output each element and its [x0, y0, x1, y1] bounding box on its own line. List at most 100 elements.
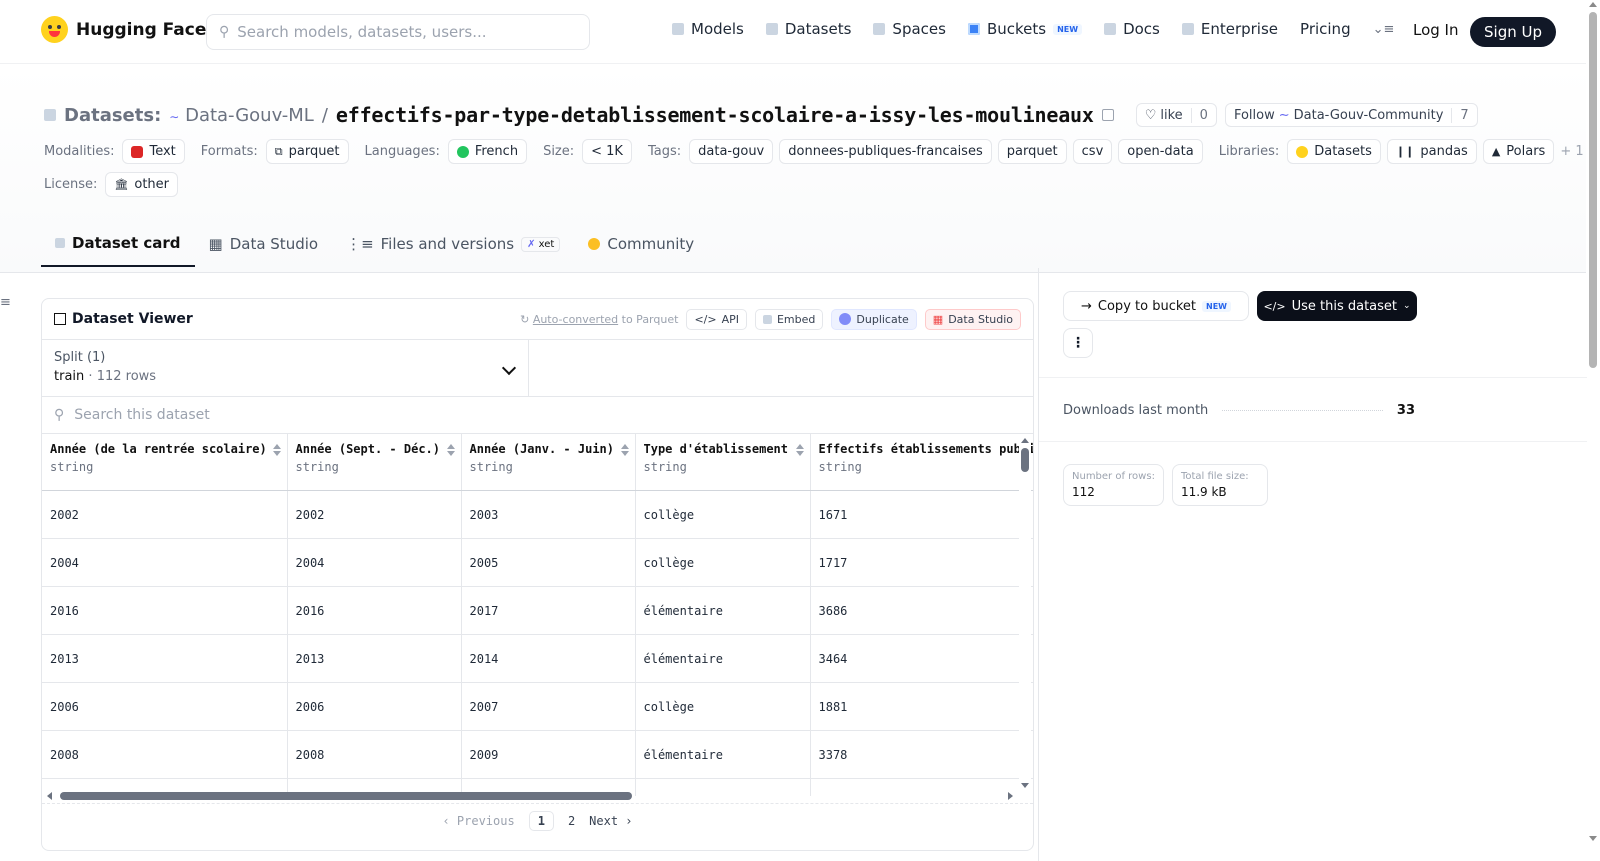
format-tag[interactable]: ⧉ parquet — [265, 139, 349, 164]
table-cell[interactable]: 2002 — [42, 490, 288, 539]
column-header[interactable]: Année (Sept. - Déc.) string — [287, 434, 462, 491]
table-cell[interactable]: 2006 — [42, 682, 288, 731]
table-cell[interactable]: 2009 — [461, 730, 636, 779]
scrollbar-thumb[interactable] — [1589, 12, 1597, 368]
copy-to-bucket-button[interactable]: → Copy to bucket NEW — [1063, 291, 1249, 321]
modality-tag[interactable]: Text — [122, 139, 185, 164]
scroll-left-icon[interactable] — [47, 792, 52, 800]
table-cell[interactable]: 1881 — [810, 682, 1033, 731]
brand-link[interactable]: Hugging Face — [41, 16, 206, 43]
license-tag[interactable]: 🏛 other — [105, 172, 178, 197]
embed-button[interactable]: Embed — [754, 308, 824, 330]
table-cell[interactable]: 2004 — [287, 538, 462, 587]
auto-converted-link[interactable]: Auto-converted — [533, 313, 618, 326]
table-cell[interactable]: 2013 — [287, 634, 462, 683]
nav-spaces[interactable]: Spaces — [873, 20, 946, 38]
copy-icon[interactable] — [1101, 109, 1114, 121]
tag-item[interactable]: data-gouv — [689, 139, 774, 164]
more-menu-icon[interactable]: ⌄≡ — [1373, 22, 1395, 37]
tag-item[interactable]: csv — [1072, 139, 1113, 164]
datasets-label[interactable]: Datasets: — [64, 105, 161, 126]
table-cell[interactable]: 2017 — [461, 586, 636, 635]
table-cell[interactable]: 2008 — [287, 730, 462, 779]
table-cell[interactable]: 2008 — [42, 730, 288, 779]
tab-community[interactable]: Community — [574, 224, 708, 267]
language-tag[interactable]: French — [447, 139, 528, 164]
scroll-down-icon[interactable] — [1589, 836, 1597, 841]
column-header[interactable]: Année (Janv. - Juin) string — [461, 434, 636, 491]
table-cell[interactable]: 3378 — [810, 730, 1033, 779]
table-cell[interactable]: élémentaire — [635, 586, 811, 635]
library-tag-polars[interactable]: ▲ Polars — [1482, 139, 1555, 164]
global-search-input[interactable] — [237, 23, 568, 41]
global-search[interactable]: ⚲ — [206, 14, 590, 50]
table-cell[interactable]: 3686 — [810, 586, 1033, 635]
scroll-up-icon[interactable] — [1021, 438, 1029, 443]
table-cell[interactable]: 1717 — [810, 538, 1033, 587]
scrollbar-thumb[interactable] — [1021, 448, 1029, 472]
column-header[interactable]: Effectifs établissements publics string — [810, 434, 1033, 491]
page-scrollbar[interactable] — [1586, 0, 1600, 861]
table-cell[interactable]: 2013 — [42, 634, 288, 683]
table-cell[interactable]: 2014 — [461, 634, 636, 683]
table-cell[interactable]: collège — [635, 490, 811, 539]
scroll-up-icon[interactable] — [1589, 2, 1597, 7]
api-button[interactable]: </> API — [686, 308, 747, 330]
nav-enterprise[interactable]: Enterprise — [1181, 20, 1278, 38]
sort-icon[interactable] — [446, 444, 455, 456]
table-cell[interactable]: 2007 — [461, 682, 636, 731]
table-vertical-scrollbar[interactable] — [1019, 434, 1031, 788]
nav-buckets[interactable]: Buckets NEW — [967, 20, 1083, 38]
column-header[interactable]: Année (de la rentrée scolaire) string — [42, 434, 288, 491]
table-cell[interactable]: élémentaire — [635, 730, 811, 779]
libraries-more[interactable]: + 1 — [1560, 144, 1583, 159]
nav-docs[interactable]: Docs — [1104, 20, 1160, 38]
sort-icon[interactable] — [620, 444, 629, 456]
table-cell[interactable]: élémentaire — [635, 634, 811, 683]
sort-icon[interactable] — [795, 444, 804, 456]
nav-models[interactable]: Models — [672, 20, 744, 38]
duplicate-button[interactable]: Duplicate — [831, 308, 917, 330]
table-cell[interactable]: 2016 — [287, 586, 462, 635]
page-1-button[interactable]: 1 — [528, 810, 554, 831]
signup-button[interactable]: Sign Up — [1470, 17, 1556, 47]
scroll-right-icon[interactable] — [1008, 792, 1013, 800]
size-tag[interactable]: < 1K — [582, 139, 632, 164]
page-2-button[interactable]: 2 — [568, 814, 575, 828]
scroll-down-icon[interactable] — [1021, 783, 1029, 788]
table-horizontal-scrollbar[interactable] — [42, 789, 1033, 803]
login-link[interactable]: Log In — [1413, 21, 1459, 39]
tab-dataset-card[interactable]: Dataset card — [41, 224, 195, 267]
owner-link[interactable]: ∼ Data-Gouv-ML — [169, 105, 314, 126]
tag-item[interactable]: open-data — [1118, 139, 1203, 164]
previous-page-button[interactable]: ‹ Previous — [442, 814, 514, 828]
column-header[interactable]: Type d'établissement string — [635, 434, 811, 491]
tab-data-studio[interactable]: ▦ Data Studio — [195, 224, 333, 267]
use-this-dataset-button[interactable]: </> Use this dataset ⌄ — [1257, 291, 1417, 321]
more-options-icon[interactable]: ⋮ — [1063, 328, 1093, 358]
library-tag-datasets[interactable]: Datasets — [1287, 139, 1381, 164]
table-cell[interactable]: 1671 — [810, 490, 1033, 539]
table-cell[interactable]: 2003 — [461, 490, 636, 539]
table-cell[interactable]: collège — [635, 538, 811, 587]
table-cell[interactable]: 3464 — [810, 634, 1033, 683]
follow-button[interactable]: Follow ∼ Data-Gouv-Community 7 — [1224, 103, 1478, 127]
next-page-button[interactable]: Next › — [589, 814, 632, 828]
dataset-search[interactable]: ⚲ — [42, 397, 1033, 434]
table-cell[interactable]: 2005 — [461, 538, 636, 587]
page-title[interactable]: effectifs-par-type-detablissement-scolai… — [336, 103, 1094, 127]
table-cell[interactable]: 2002 — [287, 490, 462, 539]
tag-item[interactable]: donnees-publiques-francaises — [779, 139, 992, 164]
like-button[interactable]: ♡ like 0 — [1135, 103, 1217, 127]
table-cell[interactable]: 2006 — [287, 682, 462, 731]
dataset-search-input[interactable] — [74, 407, 675, 423]
table-cell[interactable]: 2016 — [42, 586, 288, 635]
tag-item[interactable]: parquet — [997, 139, 1067, 164]
scrollbar-thumb[interactable] — [60, 792, 632, 800]
nav-datasets[interactable]: Datasets — [765, 20, 851, 38]
split-selector[interactable]: Split (1) train · 112 rows — [42, 340, 529, 396]
table-cell[interactable]: collège — [635, 682, 811, 731]
tab-files-and-versions[interactable]: ⋮≡ Files and versions ✗ xet — [332, 224, 574, 267]
library-tag-pandas[interactable]: ❙❙ pandas — [1386, 139, 1477, 164]
sort-icon[interactable] — [272, 444, 281, 456]
